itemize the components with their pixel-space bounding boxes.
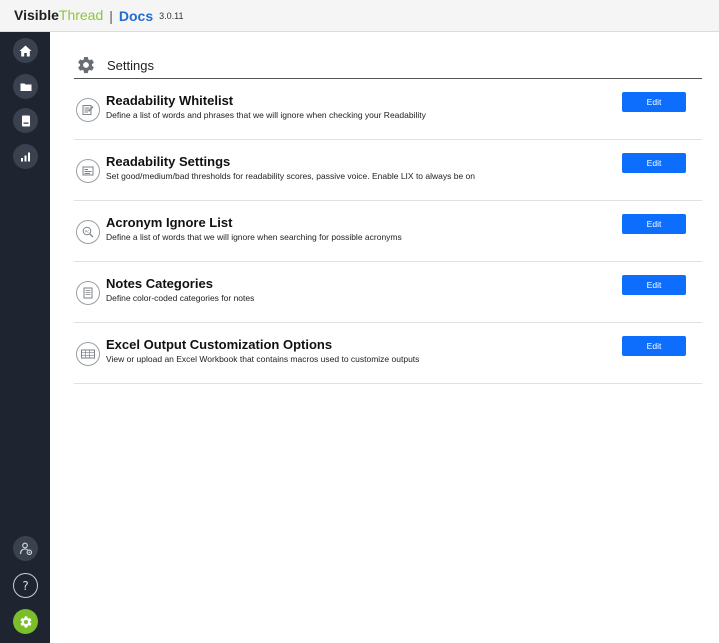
- document-icon: [21, 115, 30, 126]
- version-label: 3.0.11: [159, 10, 184, 21]
- brand-separator: |: [109, 7, 113, 24]
- settings-row-excel-output: Excel Output Customization Options View …: [74, 323, 702, 384]
- setting-title: Notes Categories: [106, 276, 213, 291]
- notes-icon: [76, 281, 100, 305]
- sidebar-item-folder[interactable]: [13, 74, 38, 99]
- settings-row-notes-categories: Notes Categories Define color-coded cate…: [74, 262, 702, 323]
- setting-title: Acronym Ignore List: [106, 215, 233, 230]
- edit-acronym-ignore-list-button[interactable]: Edit: [622, 214, 686, 234]
- edit-notes-categories-button[interactable]: Edit: [622, 275, 686, 295]
- sidebar-item-reports[interactable]: [13, 144, 38, 169]
- sidebar-item-document[interactable]: [13, 108, 38, 133]
- settings-header: Settings: [74, 52, 702, 79]
- sidebar-item-settings[interactable]: [13, 609, 38, 634]
- edit-readability-whitelist-button[interactable]: Edit: [622, 92, 686, 112]
- sidebar-item-help[interactable]: ?: [13, 573, 38, 598]
- svg-text:Ac: Ac: [85, 229, 90, 234]
- setting-description: Define color-coded categories for notes: [106, 293, 255, 303]
- product-name: Docs: [118, 7, 154, 24]
- setting-description: Define a list of words that we will igno…: [106, 232, 402, 242]
- edit-readability-settings-button[interactable]: Edit: [622, 153, 686, 173]
- settings-row-readability-whitelist: Readability Whitelist Define a list of w…: [74, 79, 702, 140]
- setting-description: View or upload an Excel Workbook that co…: [106, 354, 420, 364]
- sidebar-item-user-settings[interactable]: [13, 536, 38, 561]
- sidebar: ?: [0, 32, 50, 643]
- setting-title: Excel Output Customization Options: [106, 337, 333, 352]
- settings-gear-icon: [78, 56, 94, 74]
- settings-row-acronym-ignore-list: Ac Acronym Ignore List Define a list of …: [74, 201, 702, 262]
- brand-thread: Thread: [58, 6, 104, 23]
- settings-row-readability-settings: Readability Settings Set good/medium/bad…: [74, 140, 702, 201]
- brand-logo[interactable]: VisibleThread: [14, 7, 103, 25]
- gear-icon: [20, 615, 31, 628]
- folder-icon: [20, 83, 31, 91]
- spreadsheet-icon: [76, 342, 100, 366]
- app-header: VisibleThread | Docs 3.0.11: [0, 0, 719, 32]
- readability-settings-icon: [76, 159, 100, 183]
- setting-description: Set good/medium/bad thresholds for reada…: [106, 171, 476, 181]
- whitelist-icon: [76, 98, 100, 122]
- edit-excel-output-button[interactable]: Edit: [622, 336, 686, 356]
- setting-description: Define a list of words and phrases that …: [106, 110, 426, 120]
- user-settings-icon: [19, 542, 32, 555]
- sidebar-item-home[interactable]: [13, 38, 38, 63]
- setting-title: Readability Settings: [106, 154, 231, 169]
- acronym-icon: Ac: [76, 220, 100, 244]
- main-content: Settings Readability Whitelist Define a …: [50, 32, 719, 643]
- home-icon: [19, 45, 32, 56]
- help-icon: ?: [22, 578, 29, 593]
- page-title: Settings: [107, 58, 154, 73]
- brand-visible: Visible: [14, 6, 59, 23]
- bar-chart-icon: [21, 152, 30, 161]
- setting-title: Readability Whitelist: [106, 93, 234, 108]
